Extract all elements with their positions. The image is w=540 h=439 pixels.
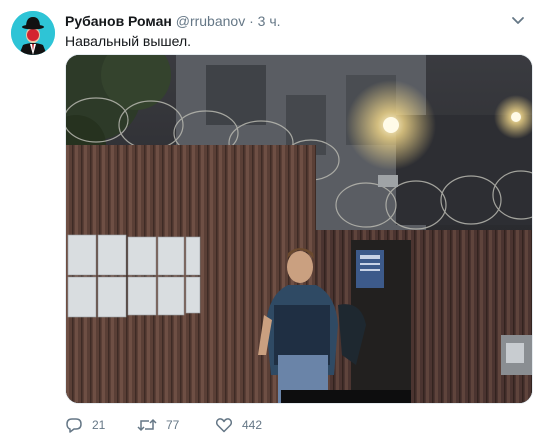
retweet-button[interactable]: 77 [137, 416, 215, 434]
tweet-time[interactable]: 3 ч. [258, 13, 281, 29]
like-button[interactable]: 442 [215, 416, 295, 434]
tweet: Рубанов Роман @rrubanov · 3 ч. Навальный… [0, 0, 540, 439]
reply-button[interactable]: 21 [65, 416, 137, 434]
tweet-photo[interactable] [65, 54, 533, 404]
reply-icon [66, 418, 82, 433]
retweet-icon [137, 418, 157, 432]
bowler-hat-man-icon [11, 11, 55, 55]
author-name[interactable]: Рубанов Роман [65, 13, 172, 29]
author-handle[interactable]: @rrubanov [176, 13, 245, 29]
tweet-actions: 21 77 442 [65, 414, 295, 436]
retweet-count: 77 [166, 418, 180, 432]
heart-icon [215, 418, 233, 433]
avatar[interactable] [11, 11, 55, 55]
separator-dot: · [249, 13, 254, 29]
chevron-down-icon[interactable] [508, 10, 528, 30]
tweet-header: Рубанов Роман @rrubanov · 3 ч. [65, 12, 500, 30]
like-count: 442 [242, 418, 263, 432]
tweet-text: Навальный вышел. [65, 33, 192, 49]
photo-image [66, 55, 532, 403]
reply-count: 21 [92, 418, 106, 432]
